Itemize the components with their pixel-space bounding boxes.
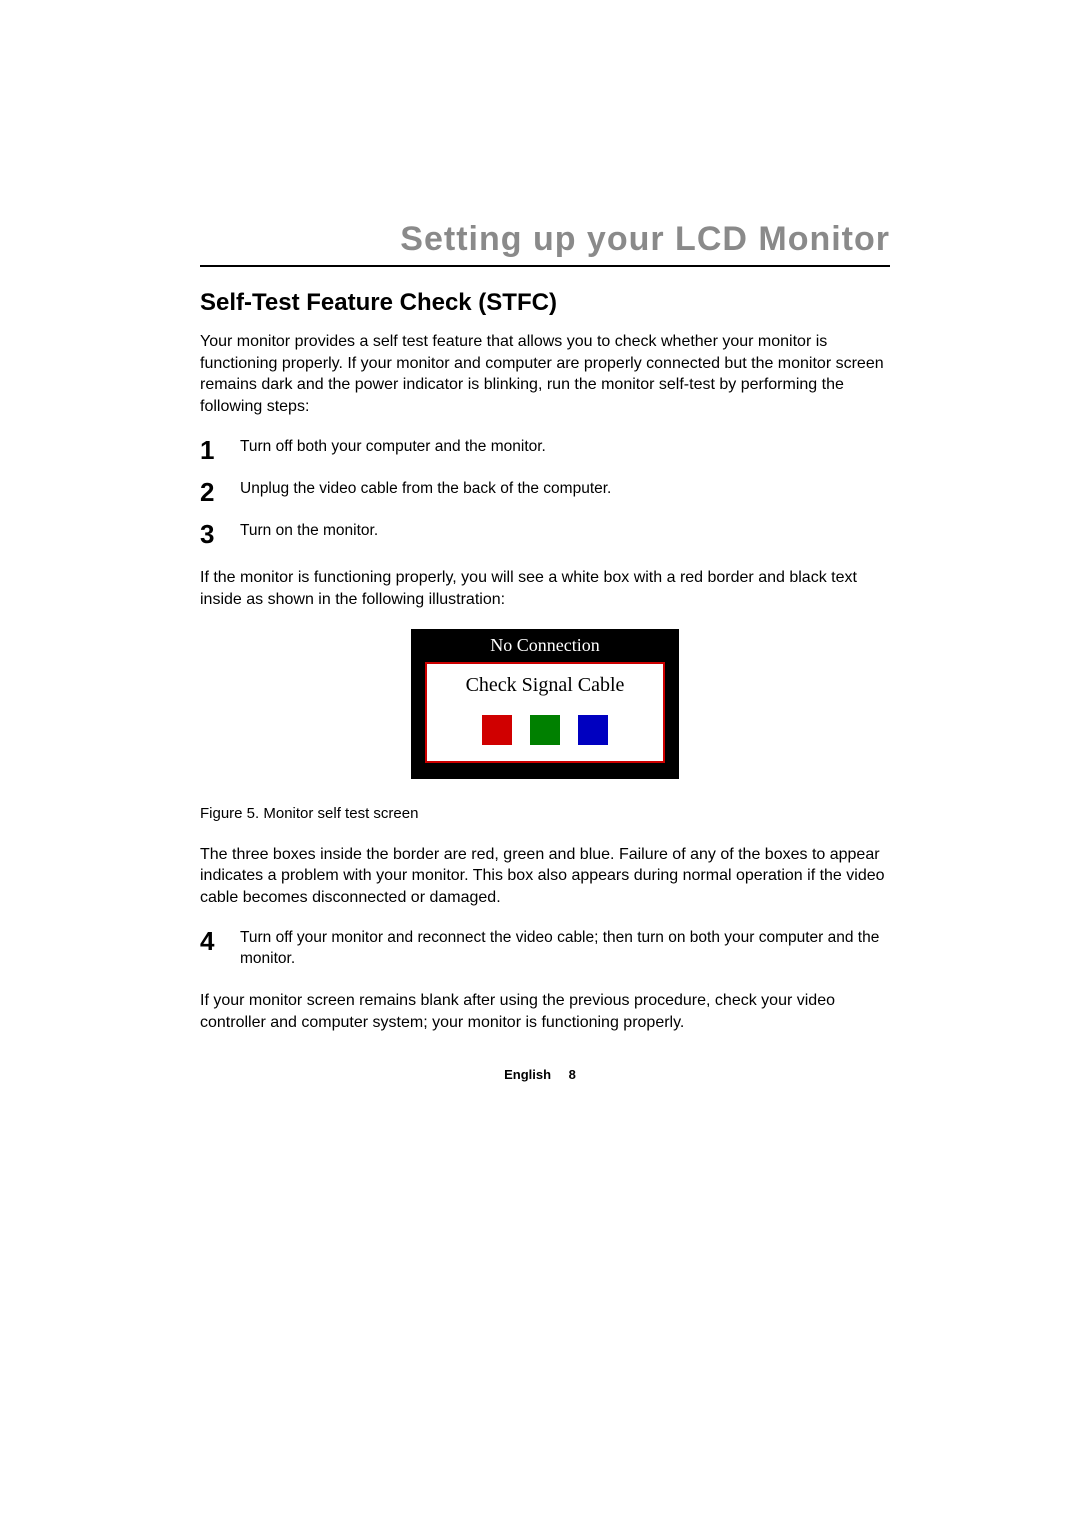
section-title: Self-Test Feature Check (STFC) <box>200 289 890 317</box>
step-number: 2 <box>200 477 240 505</box>
step-number: 4 <box>200 926 240 954</box>
after-steps-paragraph: If the monitor is functioning properly, … <box>200 567 890 610</box>
stfc-message-text: Check Signal Cable <box>427 674 663 697</box>
footer-language: English <box>504 1067 551 1082</box>
footer-page-number: 8 <box>569 1067 576 1082</box>
step-item: 4 Turn off your monitor and reconnect th… <box>200 926 890 970</box>
step-text: Unplug the video cable from the back of … <box>240 477 611 500</box>
figure-caption: Figure 5. Monitor self test screen <box>200 805 890 822</box>
swatch-blue-icon <box>578 715 608 745</box>
swatch-red-icon <box>482 715 512 745</box>
figure-stfc: No Connection Check Signal Cable <box>200 629 890 779</box>
step-number: 1 <box>200 435 240 463</box>
step-item: 3 Turn on the monitor. <box>200 519 890 547</box>
stfc-swatch-row <box>427 715 663 745</box>
step-text: Turn off your monitor and reconnect the … <box>240 926 890 970</box>
steps-list-b: 4 Turn off your monitor and reconnect th… <box>200 926 890 970</box>
chapter-title: Setting up your LCD Monitor <box>200 220 890 259</box>
stfc-header-text: No Connection <box>425 629 665 662</box>
closing-paragraph: If your monitor screen remains blank aft… <box>200 990 890 1033</box>
swatch-green-icon <box>530 715 560 745</box>
stfc-outer-box: No Connection Check Signal Cable <box>411 629 679 779</box>
after-figure-paragraph: The three boxes inside the border are re… <box>200 844 890 909</box>
step-item: 1 Turn off both your computer and the mo… <box>200 435 890 463</box>
steps-list-a: 1 Turn off both your computer and the mo… <box>200 435 890 547</box>
document-page: Setting up your LCD Monitor Self-Test Fe… <box>0 0 1080 1033</box>
step-text: Turn off both your computer and the moni… <box>240 435 546 458</box>
step-item: 2 Unplug the video cable from the back o… <box>200 477 890 505</box>
page-footer: English 8 <box>0 1067 1080 1082</box>
title-rule <box>200 265 890 267</box>
step-number: 3 <box>200 519 240 547</box>
intro-paragraph: Your monitor provides a self test featur… <box>200 331 890 417</box>
stfc-inner-box: Check Signal Cable <box>425 662 665 763</box>
step-text: Turn on the monitor. <box>240 519 378 542</box>
